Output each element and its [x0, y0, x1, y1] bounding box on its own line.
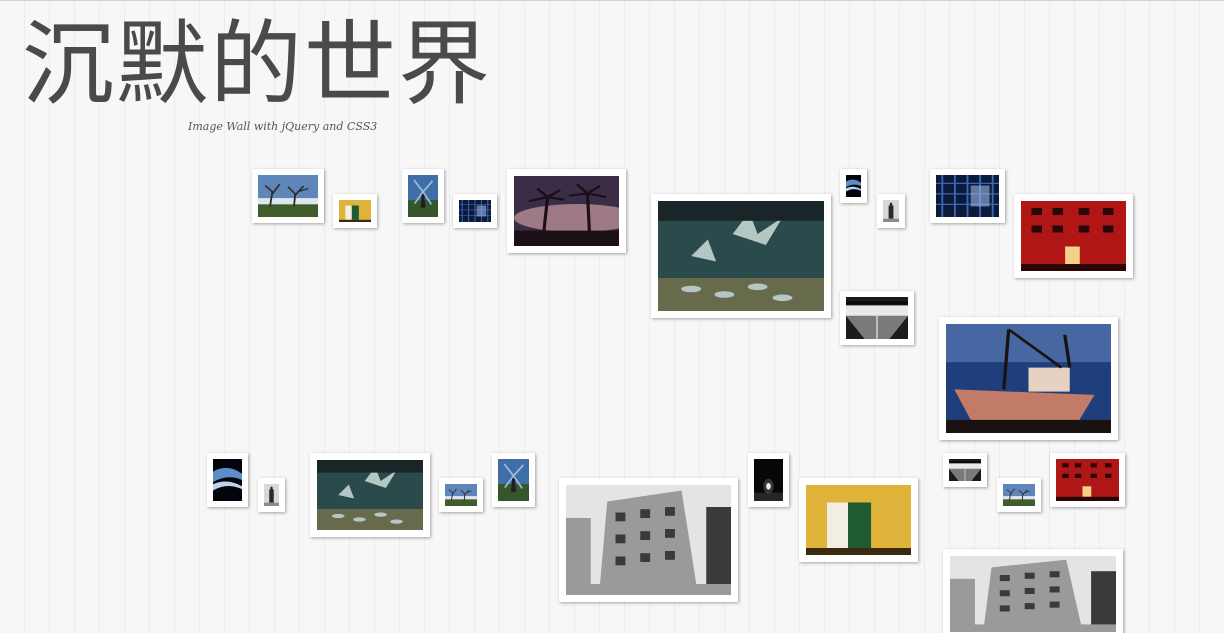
photo-blue-tunnel-tiny	[846, 175, 861, 197]
photo-night-light	[754, 459, 783, 501]
photo-blue-grid-small	[459, 200, 491, 222]
thumbnail-frame[interactable]	[333, 194, 377, 228]
thumbnail-frame[interactable]	[559, 478, 738, 602]
thumbnail-frame[interactable]	[799, 478, 918, 562]
photo-red-building	[1021, 201, 1126, 271]
thumbnail-frame[interactable]	[939, 317, 1118, 440]
thumbnail-frame[interactable]	[997, 478, 1041, 512]
thumbnail-frame[interactable]	[252, 169, 324, 223]
image-wall	[0, 1, 1224, 633]
photo-blue-tunnel	[213, 459, 242, 501]
thumbnail-frame[interactable]	[207, 453, 248, 507]
thumbnail-frame[interactable]	[402, 169, 444, 223]
photo-palm-sunset	[514, 176, 619, 246]
thumbnail-frame[interactable]	[840, 291, 914, 345]
photo-dark-figure-tiny	[883, 200, 899, 222]
photo-windmill-small	[408, 175, 438, 217]
photo-trees-beach	[258, 175, 318, 217]
photo-bw-pier-small	[949, 459, 981, 481]
thumbnail-frame[interactable]	[439, 478, 483, 512]
thumbnail-frame[interactable]	[453, 194, 497, 228]
thumbnail-frame[interactable]	[507, 169, 626, 253]
thumbnail-frame[interactable]	[1050, 453, 1125, 507]
photo-pigeons-large	[658, 201, 824, 311]
photo-blue-grid	[936, 175, 999, 217]
photo-windmill	[498, 459, 529, 501]
thumbnail-frame[interactable]	[877, 194, 905, 228]
thumbnail-frame[interactable]	[840, 169, 867, 203]
photo-red-building-small	[1056, 459, 1119, 501]
thumbnail-frame[interactable]	[943, 453, 987, 487]
photo-bw-building-large	[950, 556, 1116, 632]
photo-boat-dusk	[946, 324, 1111, 433]
photo-yellow-door	[806, 485, 911, 555]
thumbnail-frame[interactable]	[651, 194, 831, 318]
photo-trees-beach-tiny	[1003, 484, 1035, 506]
thumbnail-frame[interactable]	[310, 453, 430, 537]
photo-yellow-door-small	[339, 200, 371, 222]
thumbnail-frame[interactable]	[943, 549, 1123, 633]
thumbnail-frame[interactable]	[1014, 194, 1133, 278]
photo-bw-building	[566, 485, 731, 595]
thumbnail-frame[interactable]	[492, 453, 535, 507]
photo-trees-beach-small	[445, 484, 477, 506]
photo-pigeons	[317, 460, 423, 530]
thumbnail-frame[interactable]	[258, 478, 285, 512]
thumbnail-frame[interactable]	[930, 169, 1005, 223]
thumbnail-frame[interactable]	[748, 453, 789, 507]
photo-bw-pier	[846, 297, 908, 339]
photo-dark-figure	[264, 484, 279, 506]
